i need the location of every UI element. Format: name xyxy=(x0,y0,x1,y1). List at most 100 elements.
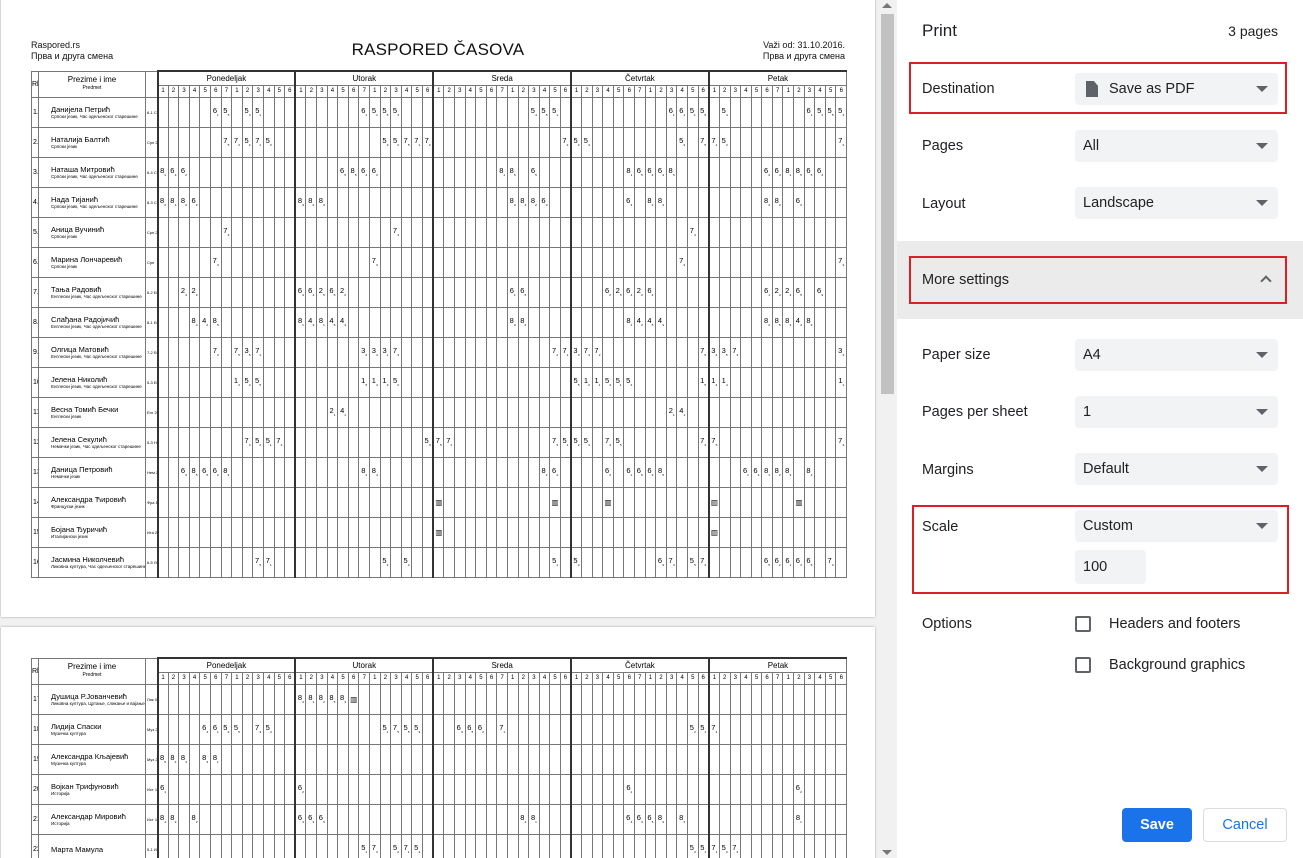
schedule-cell xyxy=(655,833,667,858)
schedule-cell xyxy=(591,276,604,308)
schedule-cell xyxy=(273,486,286,518)
schedule-cell: 8₃ xyxy=(655,803,667,835)
teacher-name-cell: Даница Петровић Немачки језик xyxy=(38,456,146,488)
scroll-up-arrow-icon[interactable] xyxy=(882,3,892,8)
schedule-cell xyxy=(273,186,286,218)
schedule-cell: 5₅ xyxy=(231,713,243,745)
background-graphics-checkbox[interactable] xyxy=(1075,657,1091,673)
schedule-cell xyxy=(750,336,763,368)
schedule-cell xyxy=(612,803,625,835)
schedule-cell xyxy=(761,126,773,158)
schedule-cell xyxy=(814,546,826,578)
scroll-thumb[interactable] xyxy=(881,14,894,394)
layout-select[interactable]: Landscape xyxy=(1075,187,1278,219)
schedule-cell xyxy=(602,306,614,338)
scale-custom-input[interactable] xyxy=(1075,550,1146,584)
schedule-cell xyxy=(337,743,349,775)
margins-select[interactable]: Default xyxy=(1075,453,1278,485)
schedule-cell: 6₁ xyxy=(676,96,688,128)
period-header: 1 xyxy=(294,84,307,98)
schedule-cell xyxy=(400,216,413,248)
schedule-cell xyxy=(262,743,275,775)
period-header: 1 xyxy=(294,671,307,685)
schedule-cell xyxy=(432,336,445,368)
schedule-cell xyxy=(262,156,275,188)
pages-per-sheet-label: Pages per sheet xyxy=(922,404,1028,420)
schedule-cell xyxy=(400,336,413,368)
cell-class-index: ₁ xyxy=(683,111,686,118)
schedule-cell xyxy=(178,426,190,458)
headers-footers-label[interactable]: Headers and footers xyxy=(1109,616,1240,632)
schedule-cell xyxy=(528,396,540,428)
cell-class-index: ₅ xyxy=(216,321,219,328)
schedule-cell xyxy=(485,276,498,308)
save-button[interactable]: Save xyxy=(1122,808,1192,842)
schedule-cell xyxy=(294,156,307,188)
schedule-cell xyxy=(803,186,816,218)
cell-class-index: ₃ xyxy=(789,471,792,478)
cell-class-index: ₃ xyxy=(651,471,654,478)
cell-class-index: ₂ xyxy=(651,201,654,208)
scale-select[interactable]: Custom xyxy=(1075,510,1278,542)
cell-class-index: ₅ xyxy=(810,561,813,568)
cell-class-index: ₁ xyxy=(556,561,559,568)
cell-class-index: ₅ xyxy=(725,351,728,358)
schedule-cell xyxy=(517,426,530,458)
schedule-cell: 8₁ xyxy=(294,306,307,338)
background-graphics-label[interactable]: Background graphics xyxy=(1109,657,1245,673)
schedule-cell: 5₄ xyxy=(262,713,275,745)
pages-select[interactable]: All xyxy=(1075,130,1278,162)
schedule-cell xyxy=(634,516,646,548)
cell-class-index: ₄ xyxy=(174,201,177,208)
schedule-cell: 8₄ xyxy=(761,186,773,218)
period-header: 4 xyxy=(676,671,688,685)
schedule-cell xyxy=(549,306,561,338)
schedule-cell xyxy=(750,306,763,338)
period-header: 2 xyxy=(718,84,731,98)
cancel-button[interactable]: Cancel xyxy=(1203,808,1287,842)
schedule-cell xyxy=(538,276,551,308)
schedule-cell xyxy=(178,246,190,278)
period-header: 4 xyxy=(262,671,275,685)
cell-class-index: ₄ xyxy=(725,111,728,118)
headers-footers-checkbox[interactable] xyxy=(1075,616,1091,632)
schedule-cell xyxy=(506,366,519,398)
schedule-cell xyxy=(761,246,773,278)
schedule-cell xyxy=(422,456,434,488)
destination-select[interactable]: Save as PDF xyxy=(1075,73,1278,105)
schedule-cell xyxy=(369,546,381,578)
paper-size-select[interactable]: A4 xyxy=(1075,339,1278,371)
cell-class-index: ₄ xyxy=(185,758,188,765)
schedule-cell: 7₅ xyxy=(697,336,710,368)
period-header: 4 xyxy=(262,84,275,98)
preview-scrollbar[interactable] xyxy=(878,0,897,858)
schedule-cell xyxy=(771,396,784,428)
cell-class-index: ₃ xyxy=(312,321,315,328)
pages-per-sheet-select[interactable]: 1 xyxy=(1075,396,1278,428)
period-header: 7 xyxy=(771,84,784,98)
scroll-down-arrow-icon[interactable] xyxy=(882,850,892,855)
schedule-cell: 6₁ xyxy=(761,276,773,308)
cell-class-index: ₃ xyxy=(344,698,347,705)
schedule-cell: 8₁ xyxy=(782,156,795,188)
schedule-cell xyxy=(644,743,657,775)
cell-class-index: ₂ xyxy=(704,561,707,568)
cell-class-index: ₁ xyxy=(810,111,813,118)
schedule-cell xyxy=(326,246,339,278)
schedule-cell xyxy=(358,713,371,745)
schedule-cell: 6₁ xyxy=(803,96,816,128)
schedule-cell xyxy=(687,186,699,218)
more-settings-label: More settings xyxy=(922,272,1010,288)
schedule-cell: 6₂ xyxy=(475,713,487,745)
schedule-cell xyxy=(178,683,190,715)
schedule-cell xyxy=(199,156,211,188)
schedule-cell xyxy=(517,743,530,775)
schedule-cell xyxy=(740,96,752,128)
schedule-cell xyxy=(167,396,180,428)
period-header: 2 xyxy=(793,84,805,98)
cell-class-index: ₄ xyxy=(725,381,728,388)
schedule-cell xyxy=(687,156,699,188)
schedule-cell xyxy=(644,546,657,578)
schedule-table-page-2: RbPrezime i imePredmetPonedeljakUtorakSr… xyxy=(31,657,848,858)
teacher-row: 14.Александра ЋировићФранцуски језикФра … xyxy=(31,486,848,518)
